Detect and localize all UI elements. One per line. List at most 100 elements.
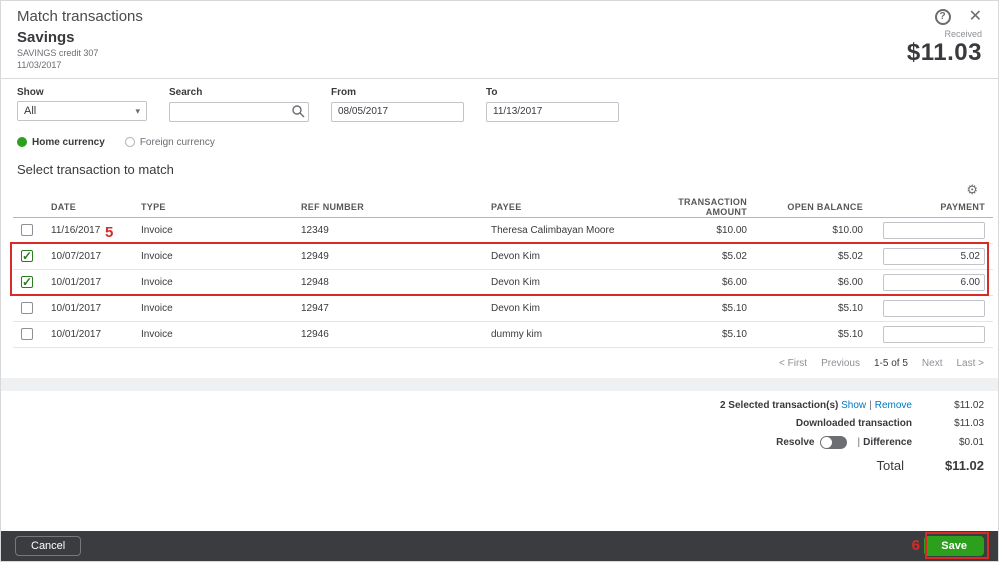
column-header-transaction-amount[interactable]: TRANSACTION AMOUNT [641, 196, 755, 218]
currency-options: Home currency Foreign currency [1, 126, 998, 150]
resolve-label: Resolve [776, 436, 815, 448]
payment-input[interactable] [883, 273, 985, 291]
downloaded-amount: $11.03 [954, 417, 984, 429]
payment-input[interactable] [883, 325, 985, 343]
from-date-input[interactable] [331, 101, 464, 122]
difference-amount: $0.01 [958, 436, 984, 448]
cell-transaction-amount: $5.10 [641, 295, 755, 322]
row-checkbox[interactable] [21, 302, 33, 314]
cell-date: 10/01/2017 [43, 295, 133, 322]
totals-summary: 2 Selected transaction(s) Show | Remove … [1, 391, 998, 480]
cell-type: Invoice [133, 269, 293, 296]
cell-date: 10/01/2017 [43, 269, 133, 296]
search-input[interactable] [169, 101, 309, 122]
annotation-step-5: 5 [105, 223, 114, 241]
table-header-row: DATE TYPE REF NUMBER PAYEE TRANSACTION A… [13, 196, 993, 218]
table-row[interactable]: 10/01/2017 Invoice 12948 Devon Kim $6.00… [13, 269, 993, 296]
toggle-separator: | [857, 436, 861, 448]
pagination: < First Previous 1-5 of 5 Next Last > [1, 348, 998, 378]
total-label: Total [876, 457, 904, 473]
cell-ref-number: 12946 [293, 321, 483, 348]
account-name: Savings [17, 29, 75, 46]
cell-type: Invoice [133, 295, 293, 322]
row-checkbox[interactable] [21, 249, 33, 263]
resolve-toggle[interactable] [820, 435, 848, 449]
section-title: Select transaction to match [17, 161, 174, 177]
transactions-table-wrap: DATE TYPE REF NUMBER PAYEE TRANSACTION A… [10, 196, 993, 348]
cell-date: 10/07/2017 [43, 243, 133, 270]
to-date-input[interactable] [486, 101, 619, 122]
from-label: From [331, 87, 356, 98]
selected-transactions-label: 2 Selected transaction(s) [719, 399, 839, 411]
table-row[interactable]: 10/01/2017 Invoice 12946 dummy kim $5.10… [13, 321, 993, 348]
gear-icon[interactable]: ⚙ [966, 182, 978, 197]
cell-payee: dummy kim [483, 321, 641, 348]
account-subtitle: SAVINGS credit 307 [17, 48, 99, 58]
radio-unselected-icon [124, 137, 135, 147]
search-label: Search [169, 87, 203, 98]
table-row[interactable]: 10/07/2017 Invoice 12949 Devon Kim $5.02… [13, 243, 993, 270]
cell-ref-number: 12948 [293, 269, 483, 296]
row-checkbox[interactable] [21, 328, 33, 340]
show-dropdown[interactable]: All ▾ [17, 101, 147, 121]
column-header-payee[interactable]: PAYEE [483, 196, 641, 218]
received-amount: $11.03 [906, 39, 982, 66]
home-currency-label: Home currency [32, 136, 105, 148]
cell-open-balance: $5.02 [755, 243, 871, 270]
cell-ref-number: 12947 [293, 295, 483, 322]
show-dropdown-value: All [24, 105, 37, 117]
payment-input[interactable] [883, 299, 985, 317]
foreign-currency-radio[interactable]: Foreign currency [124, 137, 215, 148]
pagination-next[interactable]: Next [922, 358, 943, 369]
cell-payee: Devon Kim [483, 269, 641, 296]
difference-label: Difference [863, 436, 912, 448]
select-all-column [13, 196, 43, 218]
table-row[interactable]: 11/16/2017 Invoice 12349 Theresa Calimba… [13, 217, 993, 244]
page-title: Match transactions [17, 8, 143, 25]
cancel-button[interactable]: Cancel [15, 536, 82, 556]
section-divider-strip [1, 377, 998, 391]
table-row[interactable]: 10/01/2017 Invoice 12947 Devon Kim $5.10… [13, 295, 993, 322]
pagination-last[interactable]: Last > [956, 358, 984, 369]
close-icon[interactable]: ✕ [969, 8, 982, 25]
show-label: Show [17, 87, 44, 98]
cell-payee: Devon Kim [483, 295, 641, 322]
remove-link[interactable]: Remove [875, 400, 912, 411]
cell-payee: Theresa Calimbayan Moore [483, 217, 641, 244]
cell-transaction-amount: $5.10 [641, 321, 755, 348]
downloaded-transaction-label: Downloaded transaction [795, 417, 912, 429]
home-currency-radio[interactable]: Home currency [17, 137, 105, 148]
transactions-table: DATE TYPE REF NUMBER PAYEE TRANSACTION A… [13, 196, 993, 348]
match-transactions-dialog: Match transactions ? ✕ Savings SAVINGS c… [0, 0, 999, 562]
selected-amount: $11.02 [954, 399, 984, 411]
cell-open-balance: $5.10 [755, 295, 871, 322]
payment-input[interactable] [883, 221, 985, 239]
pagination-previous[interactable]: Previous [821, 358, 860, 369]
help-icon[interactable]: ? [934, 8, 951, 25]
cell-payee: Devon Kim [483, 243, 641, 270]
cell-date: 11/16/2017 [43, 217, 133, 244]
cell-transaction-amount: $5.02 [641, 243, 755, 270]
pagination-first[interactable]: < First [779, 358, 807, 369]
cell-transaction-amount: $6.00 [641, 269, 755, 296]
chevron-down-icon: ▾ [135, 105, 140, 116]
show-link[interactable]: Show [841, 400, 866, 411]
pagination-range: 1-5 of 5 [873, 357, 908, 369]
footer-bar: Cancel Save 6 [1, 531, 998, 561]
search-icon[interactable] [291, 104, 305, 118]
to-label: To [486, 87, 498, 98]
save-button[interactable]: Save [924, 536, 984, 556]
column-header-open-balance[interactable]: OPEN BALANCE [755, 196, 871, 218]
row-checkbox[interactable] [21, 275, 33, 289]
received-label: Received [944, 29, 982, 39]
modal-header: Match transactions ? ✕ [1, 1, 998, 27]
cell-ref-number: 12349 [293, 217, 483, 244]
column-header-ref-number[interactable]: REF NUMBER [293, 196, 483, 218]
radio-selected-icon [17, 137, 27, 147]
column-header-type[interactable]: TYPE [133, 196, 293, 218]
column-header-payment[interactable]: PAYMENT [871, 196, 993, 218]
cell-ref-number: 12949 [293, 243, 483, 270]
payment-input[interactable] [883, 247, 985, 265]
row-checkbox[interactable] [21, 224, 33, 236]
column-header-date[interactable]: DATE [43, 196, 133, 218]
